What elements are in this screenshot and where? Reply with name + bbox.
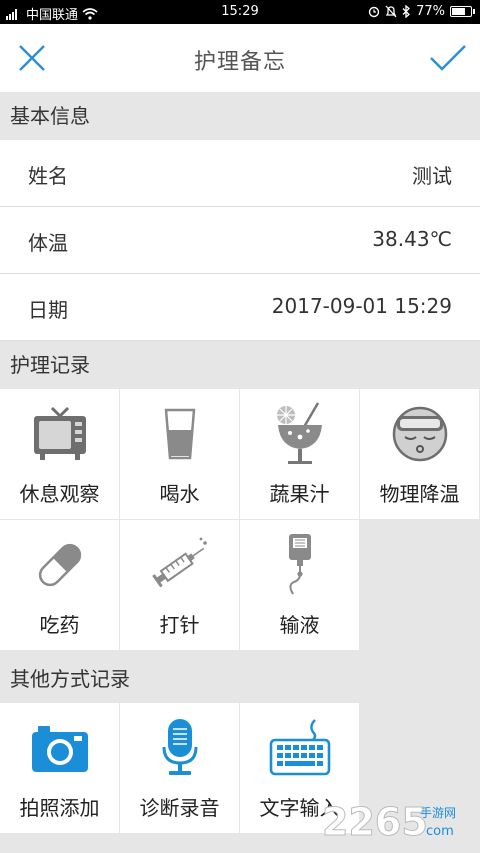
watermark-text: 2265 (322, 800, 428, 844)
care-item-label: 蔬果汁 (269, 482, 330, 506)
care-item-cooling[interactable]: 物理降温 (360, 389, 479, 519)
syringe-icon (151, 537, 207, 588)
section-heading-other: 其他方式记录 (0, 655, 480, 703)
other-item-label: 诊断录音 (139, 796, 220, 820)
tv-icon (33, 406, 86, 460)
info-row-temperature[interactable]: 体温 38.43℃ (0, 207, 480, 274)
water-glass-icon (164, 408, 195, 460)
watermark-sub: 手游网 (420, 806, 456, 820)
care-item-label: 休息观察 (19, 482, 100, 506)
section-heading-care: 护理记录 (0, 341, 480, 389)
info-value: 38.43℃ (372, 227, 452, 251)
check-icon[interactable] (428, 40, 468, 76)
microphone-icon (162, 719, 197, 775)
juice-icon (276, 402, 322, 464)
title-bar: 护理备忘 (0, 24, 480, 92)
care-item-label: 喝水 (159, 482, 200, 506)
care-item-infusion[interactable]: 输液 (240, 520, 359, 650)
care-item-rest[interactable]: 休息观察 (0, 389, 119, 519)
status-bar: 中国联通 15:29 77% (0, 0, 480, 24)
keyboard-icon (269, 719, 330, 776)
other-item-label: 拍照添加 (19, 796, 100, 820)
pill-icon (38, 543, 81, 587)
battery-icon (450, 6, 475, 17)
cold-towel-face-icon (392, 406, 447, 462)
battery-percent: 77% (416, 4, 445, 19)
info-label: 姓名 (28, 164, 68, 188)
watermark-domain: com (426, 824, 454, 839)
care-item-medicine[interactable]: 吃药 (0, 520, 119, 650)
info-label: 日期 (28, 298, 68, 322)
camera-icon (31, 726, 88, 772)
info-label: 体温 (28, 231, 68, 255)
care-item-label: 输液 (279, 613, 320, 637)
info-row-date[interactable]: 日期 2017-09-01 15:29 (0, 274, 480, 341)
other-item-voice[interactable]: 诊断录音 (120, 703, 239, 833)
care-item-injection[interactable]: 打针 (120, 520, 239, 650)
iv-drip-icon (288, 534, 311, 595)
alarm-icon (368, 6, 380, 18)
bluetooth-icon (402, 5, 411, 18)
section-heading-basic: 基本信息 (0, 92, 480, 140)
care-item-label: 物理降温 (379, 482, 460, 506)
info-value: 测试 (412, 164, 452, 188)
care-grid: 休息观察 喝水 蔬果汁 物理降温 吃药 打针 输液 (0, 389, 480, 650)
info-row-name[interactable]: 姓名 测试 (0, 140, 480, 207)
info-value: 2017-09-01 15:29 (271, 294, 452, 318)
care-item-label: 打针 (159, 613, 200, 637)
page-title: 护理备忘 (193, 50, 286, 75)
other-item-photo[interactable]: 拍照添加 (0, 703, 119, 833)
care-item-juice[interactable]: 蔬果汁 (240, 389, 359, 519)
mute-bell-icon (385, 5, 397, 18)
watermark-logo: 2265 手游网 com (322, 800, 457, 845)
care-item-water[interactable]: 喝水 (120, 389, 239, 519)
care-item-label: 吃药 (39, 613, 80, 637)
